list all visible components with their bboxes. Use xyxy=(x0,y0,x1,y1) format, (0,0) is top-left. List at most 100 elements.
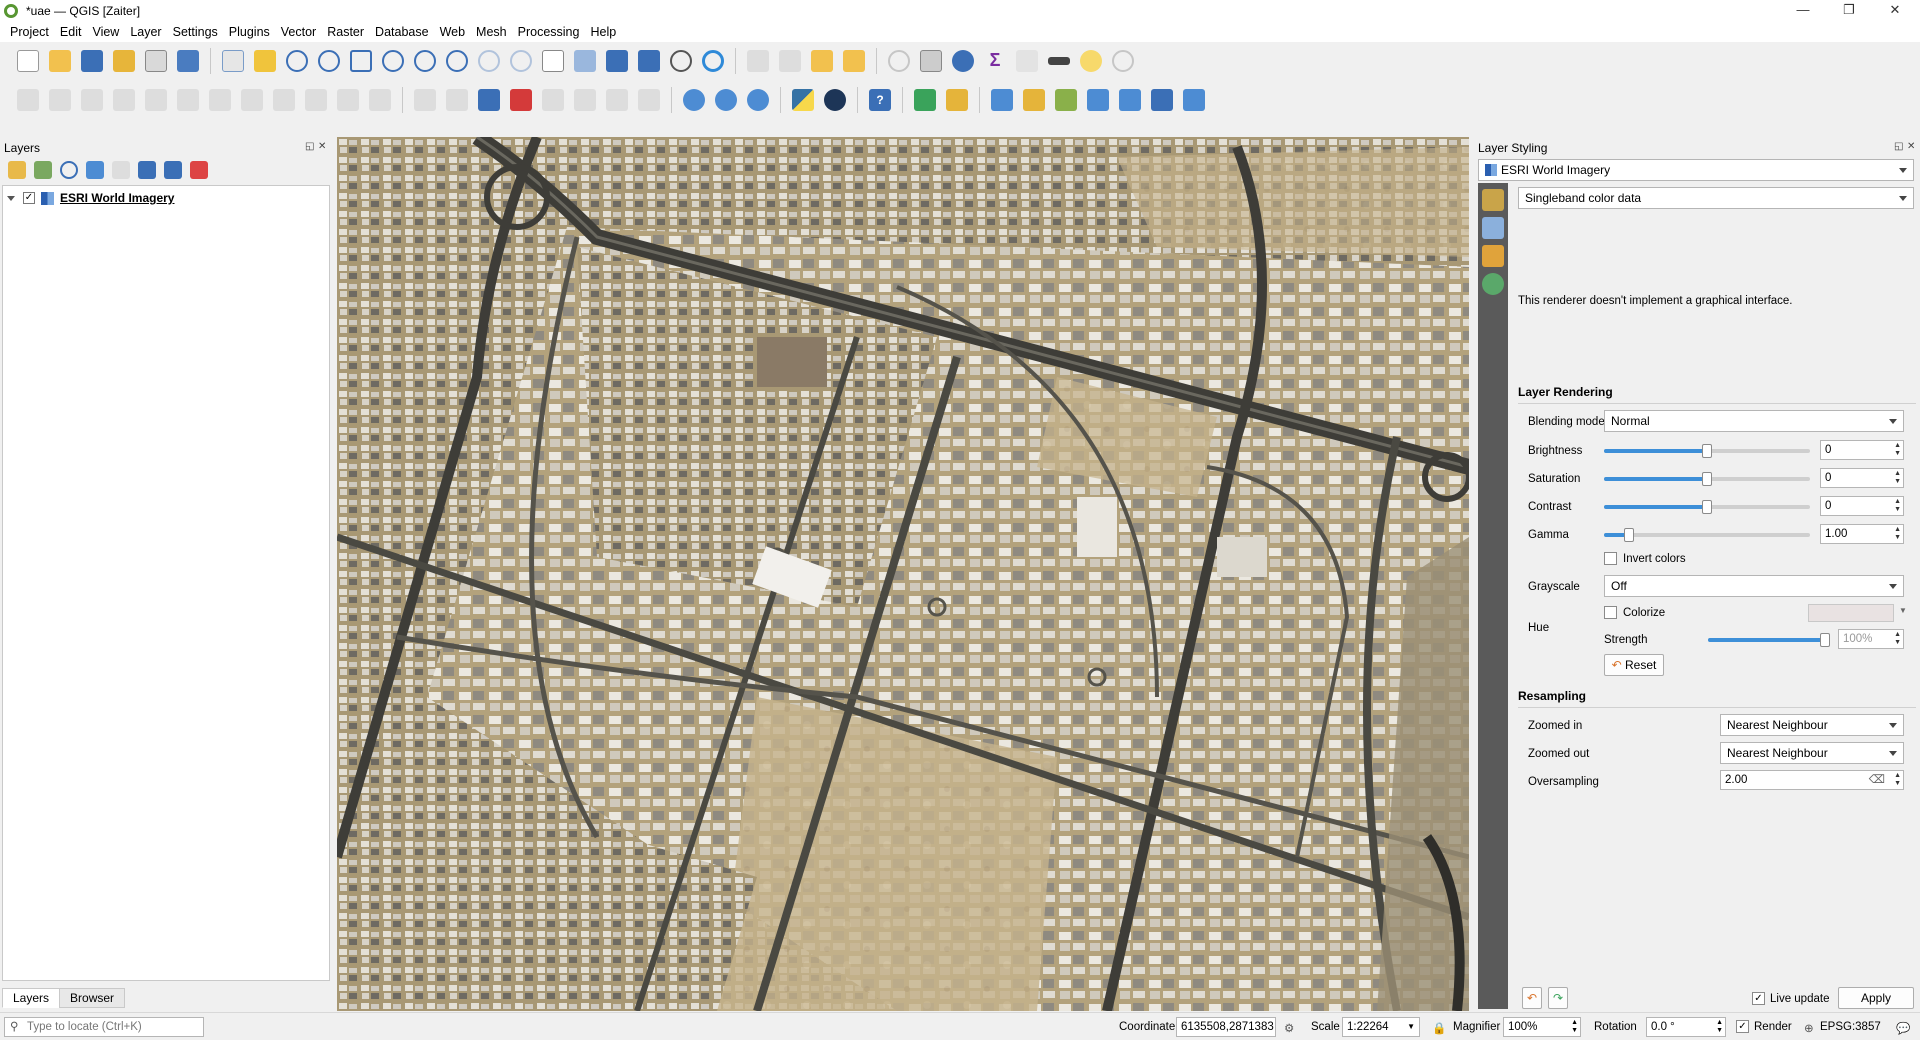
spin-arrows-icon[interactable]: ▲ ▼ xyxy=(1894,526,1901,542)
live-update-checkbox[interactable]: ✓ xyxy=(1752,992,1765,1005)
chevron-down-icon[interactable]: ▼ xyxy=(1899,606,1907,615)
new-project-icon[interactable] xyxy=(17,50,39,72)
gamma-spinbox[interactable]: 1.00 ▲ ▼ xyxy=(1820,524,1904,544)
spin-arrows-icon[interactable]: ▲ ▼ xyxy=(1716,1019,1723,1035)
deselect-all-icon[interactable] xyxy=(811,50,833,72)
tab-browser[interactable]: Browser xyxy=(59,988,126,1008)
expand-all-icon[interactable] xyxy=(138,161,156,179)
current-edits-icon[interactable] xyxy=(17,89,39,111)
minimize-button[interactable]: — xyxy=(1780,0,1826,22)
tab-layers[interactable]: Layers xyxy=(2,988,61,1008)
add-group-icon[interactable] xyxy=(34,161,52,179)
close-button[interactable]: ✕ xyxy=(1872,0,1918,22)
scale-field[interactable]: 1:22264 ▼ xyxy=(1342,1017,1420,1037)
remove-layer-icon[interactable] xyxy=(190,161,208,179)
layer-select[interactable]: ESRI World Imagery xyxy=(1478,159,1914,181)
saturation-spinbox[interactable]: 0 ▲ ▼ xyxy=(1820,468,1904,488)
open-attribute-table-icon[interactable] xyxy=(920,50,942,72)
spin-arrows-icon[interactable]: ▲ ▼ xyxy=(1894,631,1901,647)
layout-manager-icon[interactable] xyxy=(145,50,167,72)
layer-row[interactable]: ✓ ESRI World Imagery xyxy=(7,190,174,206)
label-tool-icon[interactable] xyxy=(414,89,436,111)
cut-features-icon[interactable] xyxy=(241,89,263,111)
zoomed-out-select[interactable]: Nearest Neighbour xyxy=(1720,742,1904,764)
toggle-extents-icon[interactable]: ⚙ xyxy=(1284,1021,1294,1035)
lock-scale-icon[interactable]: 🔒 xyxy=(1432,1021,1446,1035)
show-hide-labels-icon[interactable] xyxy=(542,89,564,111)
refresh-icon[interactable] xyxy=(702,50,724,72)
style-manager-icon[interactable] xyxy=(177,50,199,72)
add-wcs-layer-icon[interactable] xyxy=(1119,89,1141,111)
strength-spinbox[interactable]: 100% ▲ ▼ xyxy=(1838,629,1904,649)
invert-colors-checkbox[interactable] xyxy=(1604,552,1617,565)
open-project-icon[interactable] xyxy=(49,50,71,72)
add-feature-icon[interactable] xyxy=(113,89,135,111)
zoom-last-icon[interactable] xyxy=(478,50,500,72)
contrast-slider[interactable] xyxy=(1604,500,1810,514)
help-icon[interactable]: ? xyxy=(869,89,891,111)
new-map-view-icon[interactable] xyxy=(542,50,564,72)
menu-help[interactable]: Help xyxy=(590,25,616,39)
renderer-select[interactable]: Singleband color data xyxy=(1518,187,1914,209)
colorize-checkbox[interactable] xyxy=(1604,606,1617,619)
menu-database[interactable]: Database xyxy=(375,25,429,39)
oversampling-spinbox[interactable]: 2.00 ⌫ ▲ ▼ xyxy=(1720,770,1904,790)
saturation-slider[interactable] xyxy=(1604,472,1810,486)
pan-to-selection-icon[interactable] xyxy=(254,50,276,72)
add-virtual-layer-icon[interactable] xyxy=(1183,89,1205,111)
identify-features-icon[interactable] xyxy=(888,50,910,72)
coordinate-field[interactable]: 6135508,2871383 xyxy=(1176,1017,1276,1037)
gamma-slider[interactable] xyxy=(1604,528,1810,542)
menu-mesh[interactable]: Mesh xyxy=(476,25,507,39)
toggle-editing-icon[interactable] xyxy=(49,89,71,111)
globe-icon[interactable] xyxy=(824,89,846,111)
filter-legend-icon[interactable] xyxy=(86,161,104,179)
float-panel-icon[interactable]: ◱ xyxy=(305,141,314,152)
apply-button[interactable]: Apply xyxy=(1838,987,1914,1009)
history-icon[interactable] xyxy=(1482,273,1504,295)
select-by-value-icon[interactable] xyxy=(779,50,801,72)
menu-view[interactable]: View xyxy=(92,25,119,39)
manage-visibility-icon[interactable] xyxy=(60,161,78,179)
spin-arrows-icon[interactable]: ▲ ▼ xyxy=(1894,470,1901,486)
add-spatialite-icon[interactable] xyxy=(1087,89,1109,111)
delete-selected-icon[interactable] xyxy=(209,89,231,111)
wms-layer-icon[interactable] xyxy=(683,89,705,111)
expand-caret-icon[interactable] xyxy=(7,195,15,201)
processing-toolbox-icon[interactable] xyxy=(952,50,974,72)
clear-icon[interactable]: ⌫ xyxy=(1869,771,1885,789)
locator-search-icon[interactable] xyxy=(914,89,936,111)
restore-button[interactable]: ❐ xyxy=(1826,0,1872,22)
brightness-slider[interactable] xyxy=(1604,444,1810,458)
undo-icon[interactable] xyxy=(337,89,359,111)
statistical-summary-icon[interactable]: Σ xyxy=(984,50,1006,72)
zoomed-in-select[interactable]: Nearest Neighbour xyxy=(1720,714,1904,736)
save-project-icon[interactable] xyxy=(81,50,103,72)
magnifier-field[interactable]: 100% ▲ ▼ xyxy=(1503,1017,1581,1037)
spin-arrows-icon[interactable]: ▲ ▼ xyxy=(1894,498,1901,514)
menu-settings[interactable]: Settings xyxy=(173,25,218,39)
render-checkbox[interactable]: ✓ xyxy=(1736,1020,1749,1033)
filter-by-expression-icon[interactable] xyxy=(112,161,130,179)
spin-arrows-icon[interactable]: ▲ ▼ xyxy=(1894,442,1901,458)
zoom-out-icon[interactable] xyxy=(318,50,340,72)
zoom-to-selection-icon[interactable] xyxy=(382,50,404,72)
add-delimited-text-icon[interactable] xyxy=(1055,89,1077,111)
menu-layer[interactable]: Layer xyxy=(130,25,161,39)
new-3d-map-view-icon[interactable] xyxy=(574,50,596,72)
symbology-icon[interactable] xyxy=(1482,189,1504,211)
menu-raster[interactable]: Raster xyxy=(327,25,364,39)
measure-icon[interactable] xyxy=(1048,57,1070,65)
move-label-icon[interactable] xyxy=(574,89,596,111)
rotate-label-icon[interactable] xyxy=(606,89,628,111)
histogram-icon[interactable] xyxy=(1482,245,1504,267)
zoom-to-layer-icon[interactable] xyxy=(414,50,436,72)
contrast-spinbox[interactable]: 0 ▲ ▼ xyxy=(1820,496,1904,516)
temporal-controller-icon[interactable] xyxy=(670,50,692,72)
wfs-layer-icon[interactable] xyxy=(715,89,737,111)
zoom-native-icon[interactable] xyxy=(446,50,468,72)
layer-visibility-checkbox[interactable]: ✓ xyxy=(23,192,35,204)
transparency-icon[interactable] xyxy=(1482,217,1504,239)
layer-labeling-icon[interactable] xyxy=(478,89,500,111)
add-vector-layer-icon[interactable] xyxy=(991,89,1013,111)
